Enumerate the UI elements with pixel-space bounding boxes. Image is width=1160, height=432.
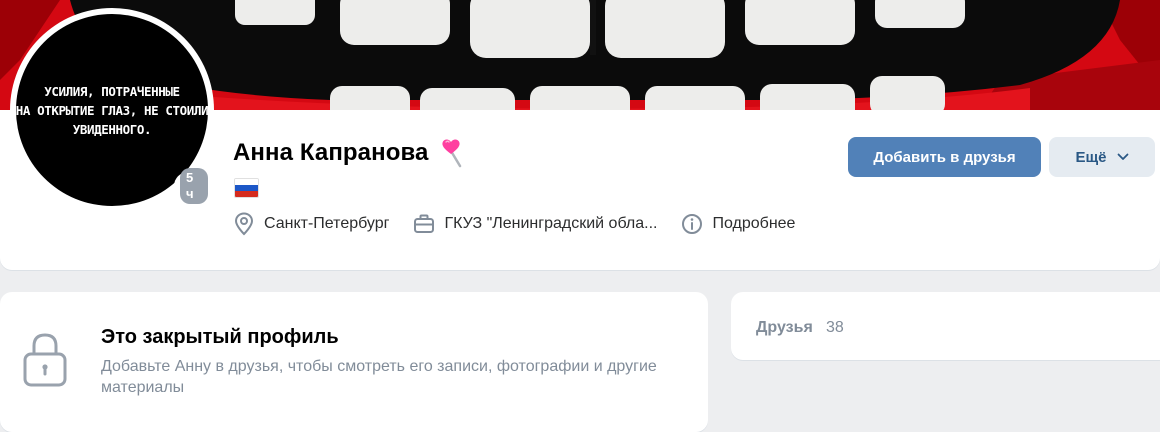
lollipop-heart-icon (442, 139, 462, 168)
more-button[interactable]: Ещё (1049, 137, 1155, 177)
work-label: ГКУЗ "Ленинградский обла... (444, 215, 658, 232)
friends-label: Друзья (756, 319, 813, 336)
work-info[interactable]: ГКУЗ "Ленинградский обла... (413, 213, 657, 235)
avatar-caption-line: НА ОТКРЫТИЕ ГЛАЗ, НЕ СТОИЛИ (15, 102, 209, 118)
closed-profile-title: Это закрытый профиль (101, 326, 339, 348)
city-info[interactable]: Санкт-Петербург (233, 212, 389, 236)
info-icon (682, 214, 703, 234)
last-seen-badge: 5 ч (174, 168, 214, 204)
avatar-caption-line: УВИДЕННОГО. (72, 121, 152, 137)
closed-profile-card: Это закрытый профиль Добавьте Анну в дру… (0, 292, 708, 432)
profile-name: Анна Капранова (233, 139, 429, 166)
avatar-caption-line: УСИЛИЯ, ПОТРАЧЕННЫЕ (44, 83, 180, 99)
chevron-down-icon (1117, 153, 1128, 160)
friends-card[interactable]: Друзья 38 (731, 292, 1160, 360)
details-label: Подробнее (712, 215, 796, 232)
avatar[interactable]: УСИЛИЯ, ПОТРАЧЕННЫЕ НА ОТКРЫТИЕ ГЛАЗ, НЕ… (10, 8, 214, 212)
name-row: Анна Капранова (233, 138, 464, 168)
add-friend-button[interactable]: Добавить в друзья (848, 137, 1041, 177)
location-pin-icon (234, 212, 254, 236)
briefcase-icon (414, 214, 435, 233)
lock-icon (23, 333, 67, 387)
last-seen-label: 5 ч (180, 168, 208, 204)
more-button-label: Ещё (1075, 148, 1107, 166)
details-link[interactable]: Подробнее (681, 213, 795, 235)
russia-flag-icon (234, 178, 259, 198)
closed-profile-description: Добавьте Анну в друзья, чтобы смотреть е… (101, 358, 657, 396)
friends-count: 38 (826, 319, 844, 336)
city-label: Санкт-Петербург (264, 215, 390, 232)
profile-info-row: Санкт-Петербург ГКУЗ "Ленинградский обла… (233, 208, 819, 240)
